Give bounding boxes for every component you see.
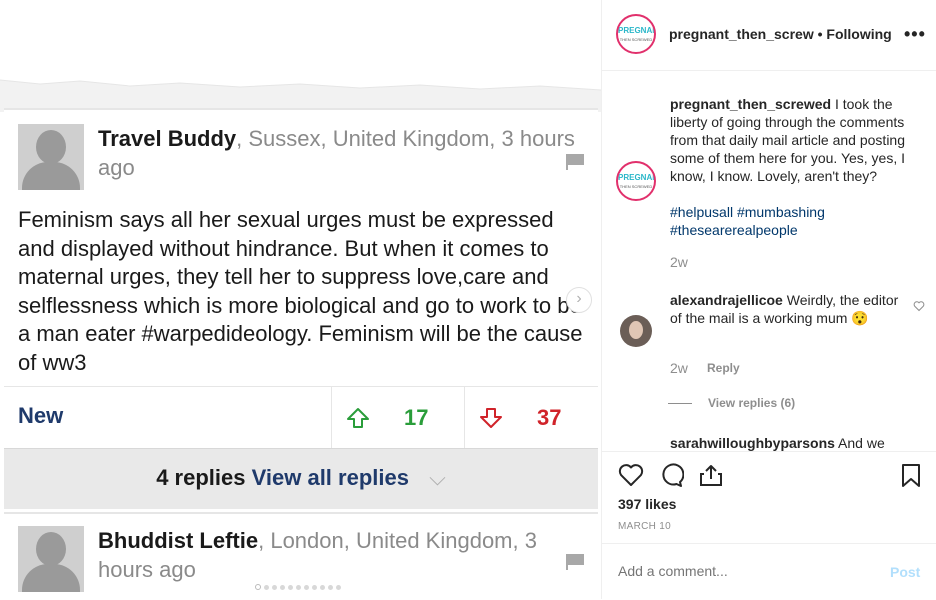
comment-time: ago [98, 155, 135, 180]
caption-time: 2w [670, 254, 688, 270]
vote-row: New 17 37 [4, 386, 598, 449]
caption-avatar[interactable]: PREGNANT THEN SCREWED [616, 161, 656, 201]
carousel-dot[interactable] [304, 585, 309, 590]
carousel-dot[interactable] [255, 584, 261, 590]
default-avatar-icon [18, 526, 84, 592]
header-user: pregnant_then_screw • Following [669, 26, 892, 42]
post-side-panel: PREGNANT THEN SCREWED pregnant_then_scre… [601, 0, 936, 599]
flag-icon [566, 554, 584, 570]
carousel-dots [255, 577, 344, 595]
carousel-dot[interactable] [328, 585, 333, 590]
caption-username[interactable]: pregnant_then_screwed [670, 96, 831, 112]
arrow-down-icon [480, 408, 502, 428]
comment-time-wrap: hours ago [98, 555, 196, 584]
comment-username[interactable]: alexandrajellicoe [670, 292, 783, 308]
heart-icon[interactable] [618, 462, 644, 488]
comment-header: Bhuddist Leftie, London, United Kingdom,… [98, 526, 537, 555]
like-comment-heart-icon[interactable] [913, 300, 925, 312]
comment-icon[interactable] [658, 462, 684, 488]
comment-location-time: , Sussex, United Kingdom, 3 hours [236, 126, 575, 151]
torn-paper-edge [0, 79, 601, 112]
comment-time: 2w [670, 360, 688, 376]
comment-location-time: , London, United Kingdom, 3 [258, 528, 537, 553]
logo-text: PREGNANT [618, 173, 654, 182]
comments-list[interactable]: PREGNANT THEN SCREWED pregnant_then_scre… [602, 71, 936, 451]
replies-bar: 4 replies View all replies ⌵ [4, 448, 598, 509]
comment-time-wrap: ago [98, 153, 135, 182]
downvote-count: 37 [537, 405, 562, 430]
bookmark-icon[interactable] [898, 462, 924, 488]
following-button[interactable]: Following [826, 26, 891, 42]
comment-author: Bhuddist Leftie [98, 528, 259, 553]
comment-time: hours ago [98, 557, 196, 582]
view-replies-button[interactable]: View replies (6) [668, 396, 795, 410]
header-username[interactable]: pregnant_then_screw [669, 26, 814, 42]
post-actions: 397 likes MARCH 10 [602, 451, 936, 544]
comment-item: sarahwilloughbyparsons And we [670, 435, 885, 451]
comment-author: Travel Buddy [98, 126, 237, 151]
divider-line [668, 403, 692, 405]
comment-header: Travel Buddy, Sussex, United Kingdom, 3 … [98, 124, 575, 153]
carousel-dot[interactable] [272, 585, 277, 590]
replies-summary: 4 replies View all replies ⌵ [4, 465, 598, 491]
replies-count: 4 replies [156, 465, 246, 490]
upvote-button: 17 [331, 387, 465, 449]
reply-button[interactable]: Reply [707, 361, 740, 375]
comment-body: Feminism says all her sexual urges must … [18, 207, 583, 375]
header-separator: • [813, 26, 827, 42]
carousel-dot[interactable] [296, 585, 301, 590]
account-avatar[interactable]: PREGNANT THEN SCREWED [616, 14, 656, 54]
post-header: PREGNANT THEN SCREWED pregnant_then_scre… [602, 0, 936, 71]
arrow-up-icon [347, 408, 369, 428]
post-date: MARCH 10 [618, 521, 671, 532]
carousel-dot[interactable] [336, 585, 341, 590]
next-slide-button[interactable]: › [566, 287, 592, 313]
carousel-dot[interactable] [288, 585, 293, 590]
likes-count[interactable]: 397 likes [618, 496, 676, 512]
comment-item: alexandrajellicoe Weirdly, the editor of… [670, 291, 902, 327]
carousel-dot[interactable] [280, 585, 285, 590]
flag-icon [566, 154, 584, 170]
view-replies-label: View replies (6) [708, 396, 796, 410]
post-image[interactable]: Travel Buddy, Sussex, United Kingdom, 3 … [0, 0, 601, 599]
carousel-dot[interactable] [320, 585, 325, 590]
commenter-avatar[interactable] [620, 315, 652, 347]
post-button[interactable]: Post [890, 564, 920, 580]
caption-hashtags[interactable]: #helpusall #mumbashing #thesearerealpeop… [670, 203, 925, 239]
comment-text: And we [834, 435, 885, 451]
default-avatar-icon [18, 124, 84, 190]
carousel-dot[interactable] [264, 585, 269, 590]
carousel-dot[interactable] [312, 585, 317, 590]
more-options-icon[interactable]: ••• [904, 24, 926, 45]
comment-username[interactable]: sarahwilloughbyparsons [670, 435, 835, 451]
logo-subtext: THEN SCREWED [619, 37, 653, 42]
logo-subtext: THEN SCREWED [619, 184, 653, 189]
add-comment-bar: Post [602, 543, 936, 600]
upvote-count: 17 [404, 405, 429, 430]
add-comment-input[interactable] [618, 563, 868, 579]
downvote-button: 37 [464, 387, 599, 449]
share-icon[interactable] [698, 462, 724, 488]
caption: pregnant_then_screwed I took the liberty… [670, 95, 925, 185]
chevron-down-icon: ⌵ [429, 465, 446, 490]
logo-text: PREGNANT [618, 26, 654, 35]
view-all-replies-link: View all replies [251, 465, 409, 490]
sort-label: New [18, 403, 64, 428]
